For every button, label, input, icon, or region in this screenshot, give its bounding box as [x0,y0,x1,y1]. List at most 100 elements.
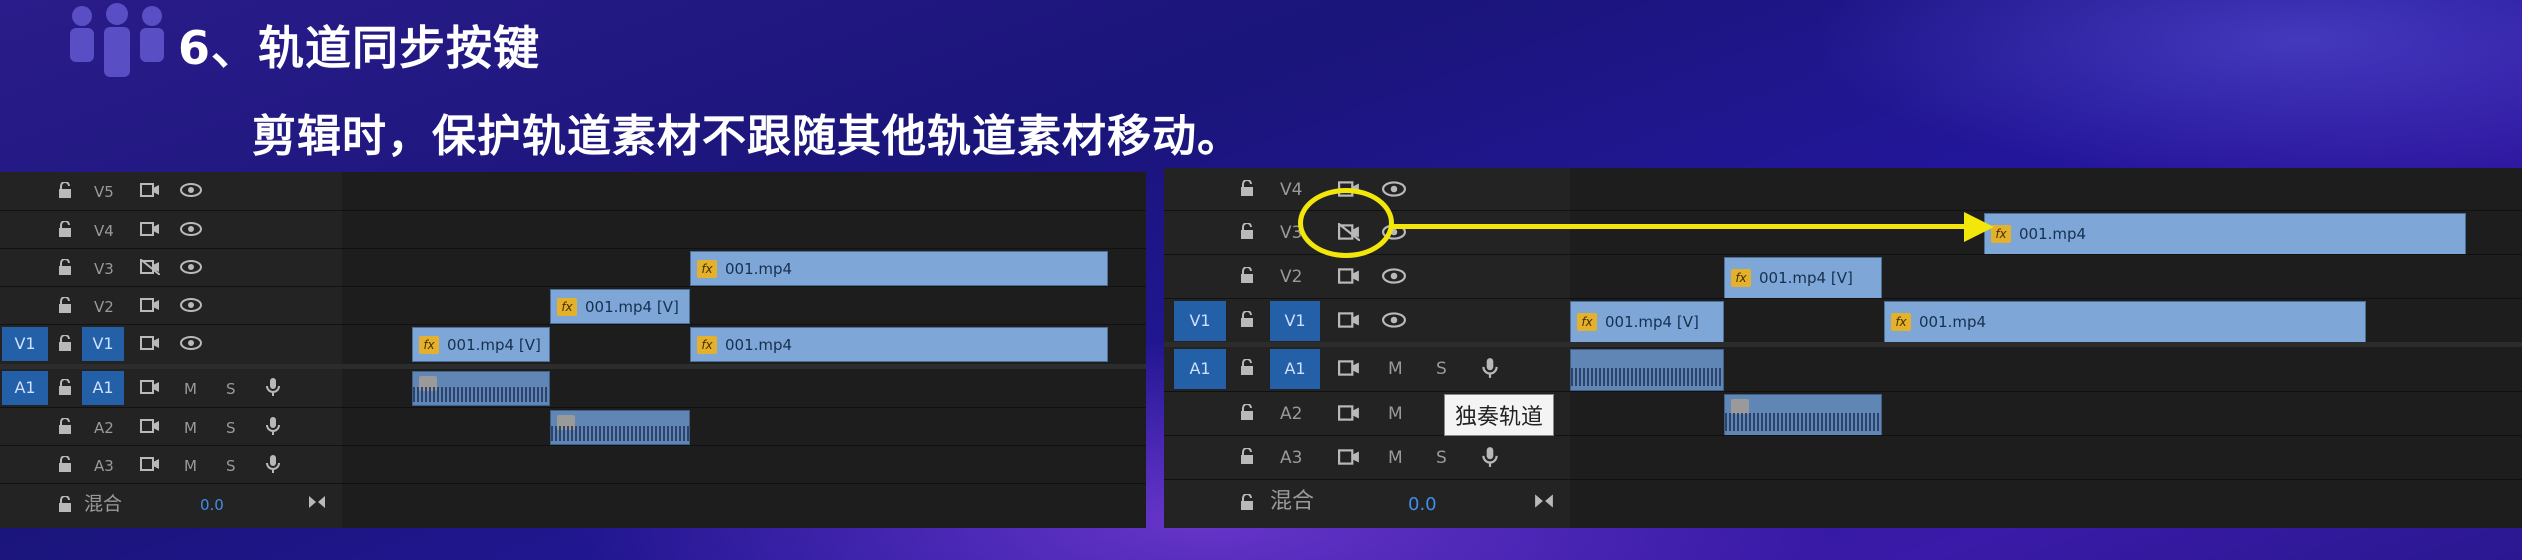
lock-icon[interactable] [58,418,72,434]
sync-lock-icon[interactable] [140,335,160,351]
microphone-icon[interactable] [1482,446,1498,468]
track-label-v2: V2 [1280,267,1303,287]
mute-button[interactable]: M [1388,359,1403,379]
eye-icon[interactable] [180,335,202,351]
clip-name: 001.mp4 [V] [585,297,679,316]
lock-icon[interactable] [58,221,72,237]
lock-icon[interactable] [1240,267,1254,283]
solo-button[interactable]: S [226,418,236,438]
audio-clip[interactable] [550,410,690,445]
audio-clip[interactable] [1724,394,1882,436]
lock-icon[interactable] [58,379,72,395]
mute-button[interactable]: M [184,379,197,399]
sync-lock-off-icon[interactable] [140,259,160,275]
mute-button[interactable]: M [1388,448,1403,468]
eye-icon[interactable] [180,221,202,237]
sync-lock-icon[interactable] [140,182,160,198]
sync-lock-icon[interactable] [1338,404,1360,422]
mute-button[interactable]: M [184,418,197,438]
lock-icon[interactable] [1240,359,1254,375]
solo-button[interactable]: S [226,379,236,399]
eye-icon[interactable] [180,182,202,198]
video-clip[interactable]: fx 001.mp4 [V] [412,327,550,362]
video-clip[interactable]: fx 001.mp4 [690,327,1108,362]
video-clip[interactable]: fx 001.mp4 [1884,301,2366,343]
fx-badge-icon: fx [697,335,717,354]
bowtie-icon[interactable] [308,494,326,510]
lock-icon[interactable] [58,259,72,275]
source-patch-a1[interactable]: A1 [2,371,48,405]
microphone-icon[interactable] [266,454,280,474]
lock-icon[interactable] [1240,311,1254,327]
lock-icon[interactable] [58,496,72,512]
track-row-a2: A2 M [1164,391,2522,436]
sync-lock-icon[interactable] [140,456,160,472]
lock-icon[interactable] [1240,180,1254,196]
mute-button[interactable]: M [1388,404,1403,424]
microphone-icon[interactable] [266,416,280,436]
track-label-v4: V4 [1280,180,1303,200]
video-clip[interactable]: fx 001.mp4 [V] [1570,301,1724,343]
eye-icon[interactable] [1382,180,1406,198]
track-label-v3: V3 [94,260,114,278]
track-row-v2: V2 fx 001.mp4 [V] [1164,254,2522,299]
audio-clip[interactable] [412,371,550,406]
sync-lock-icon[interactable] [140,221,160,237]
right-timeline-panel: V4 V3 fx 001.mp4 V2 fx 001.mp4 [V] V1 V1… [1164,168,2522,528]
eye-icon[interactable] [1382,311,1406,329]
track-row-v2: V2 fx 001.mp4 [V] [0,286,1146,325]
source-patch-v1[interactable]: V1 [2,327,48,361]
sync-lock-icon[interactable] [1338,448,1360,466]
highlight-circle [1298,188,1394,258]
lock-icon[interactable] [58,335,72,351]
video-clip[interactable]: fx 001.mp4 [V] [1724,257,1882,299]
clip-name: 001.mp4 [1919,313,1987,331]
sync-lock-icon[interactable] [1338,267,1360,285]
fx-badge-icon [1731,399,1749,414]
mix-value[interactable]: 0.0 [1408,494,1437,515]
lock-icon[interactable] [58,182,72,198]
lock-icon[interactable] [1240,494,1254,510]
mix-value[interactable]: 0.0 [200,496,224,514]
clip-name: 001.mp4 [725,335,793,354]
microphone-icon[interactable] [266,377,280,397]
track-target-a1[interactable]: A1 [1270,349,1320,389]
fx-badge-icon: fx [1891,313,1911,331]
solo-button[interactable]: S [226,456,236,476]
video-clip[interactable]: fx 001.mp4 [1984,213,2466,255]
sync-lock-icon[interactable] [1338,359,1360,377]
source-patch-v1[interactable]: V1 [1174,301,1226,341]
track-target-v1[interactable]: V1 [1270,301,1320,341]
eye-icon[interactable] [180,259,202,275]
video-clip[interactable]: fx 001.mp4 [690,251,1108,286]
fx-badge-icon: fx [1991,225,2011,243]
sync-lock-icon[interactable] [140,379,160,395]
lock-icon[interactable] [1240,448,1254,464]
solo-button[interactable]: S [1436,448,1447,468]
video-clip[interactable]: fx 001.mp4 [V] [550,289,690,324]
arrowhead-icon [1964,212,1994,242]
lock-icon[interactable] [58,456,72,472]
fx-badge-icon: fx [419,335,439,354]
sync-lock-icon[interactable] [140,418,160,434]
sync-lock-icon[interactable] [140,297,160,313]
lock-icon[interactable] [1240,223,1254,239]
people-logo-icon [70,3,164,77]
mute-button[interactable]: M [184,456,197,476]
sync-lock-icon[interactable] [1338,311,1360,329]
track-row-v1: V1 V1 fx 001.mp4 [V] fx 001.mp4 [1164,298,2522,343]
solo-button[interactable]: S [1436,359,1447,379]
audio-clip[interactable] [1570,349,1724,391]
source-patch-a1[interactable]: A1 [1174,349,1226,389]
annotation-arrow-line [1392,224,1972,229]
eye-icon[interactable] [180,297,202,313]
microphone-icon[interactable] [1482,357,1498,379]
lock-icon[interactable] [58,297,72,313]
lock-icon[interactable] [1240,404,1254,420]
track-row-mix: 混合 0.0 [0,483,1146,528]
eye-icon[interactable] [1382,267,1406,285]
bowtie-icon[interactable] [1534,492,1554,510]
track-row-v5: V5 [0,172,1146,210]
track-target-a1[interactable]: A1 [82,371,124,405]
track-target-v1[interactable]: V1 [82,327,124,361]
